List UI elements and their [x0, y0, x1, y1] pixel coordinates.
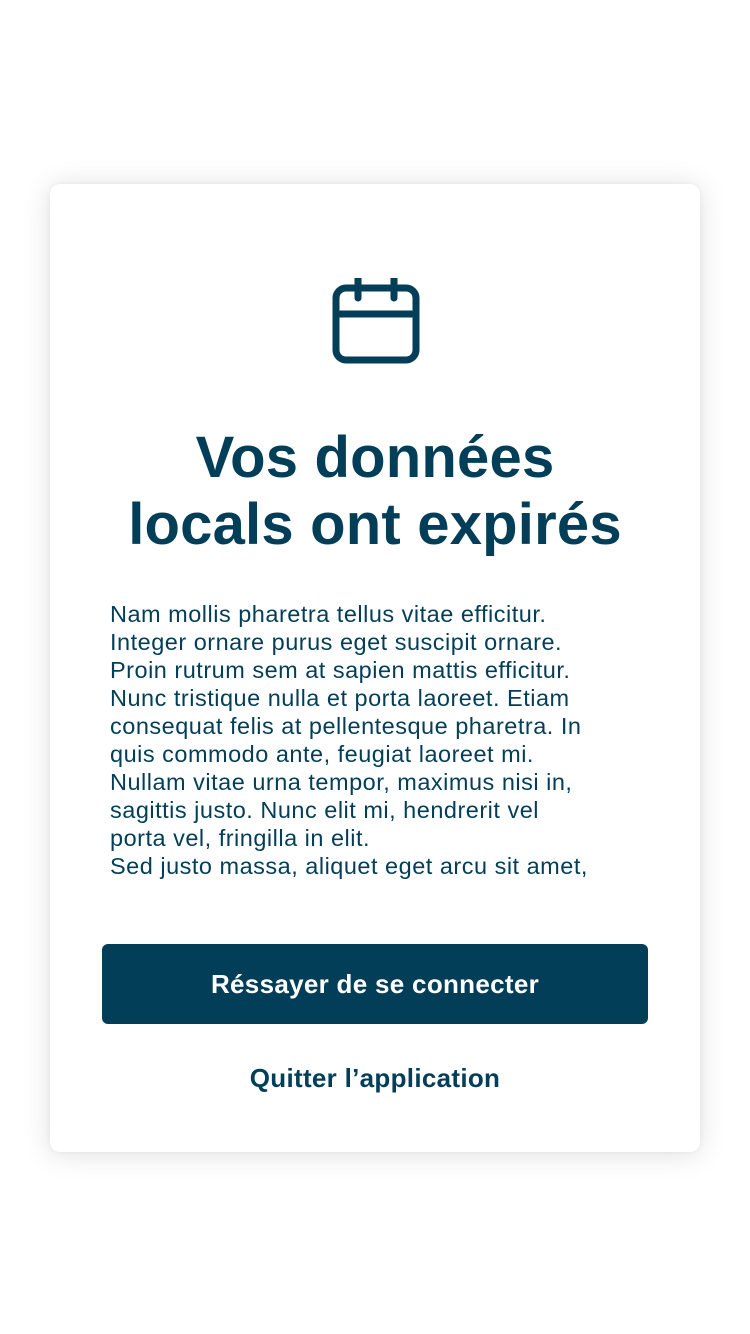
- body-line: Integer ornare purus eget suscipit ornar…: [110, 629, 563, 655]
- body-line: consequat felis at pellentesque pharetra…: [110, 713, 582, 739]
- calendar-icon: [332, 278, 420, 366]
- dialog-title-line: Vos données: [195, 425, 555, 490]
- body-line: quis commodo ante, feugiat laoreet mi.: [110, 741, 534, 767]
- dialog-title-line: locals ont expirés: [128, 492, 622, 557]
- body-line: Proin rutrum sem at sapien mattis effici…: [110, 657, 571, 683]
- body-line: Nam mollis pharetra tellus vitae efficit…: [110, 601, 547, 627]
- dialog-body-text: Nam mollis pharetra tellus vitae efficit…: [110, 600, 650, 880]
- dialog-title: Vos données locals ont expirés: [50, 424, 700, 558]
- body-line: Sed justo massa, aliquet eget arcu sit a…: [110, 853, 588, 879]
- body-line: sagittis justo. Nunc elit mi, hendrerit …: [110, 797, 539, 823]
- body-line: porta vel, fringilla in elit.: [110, 825, 371, 851]
- body-line: Nunc tristique nulla et porta laoreet. E…: [110, 685, 570, 711]
- screen: Vos données locals ont expirés Nam molli…: [0, 0, 750, 1334]
- body-line: Nullam vitae urna tempor, maximus nisi i…: [110, 769, 573, 795]
- quit-app-button[interactable]: Quitter l’application: [50, 1056, 700, 1100]
- retry-connect-button[interactable]: Réssayer de se connecter: [102, 944, 648, 1024]
- expired-data-dialog: Vos données locals ont expirés Nam molli…: [50, 184, 700, 1152]
